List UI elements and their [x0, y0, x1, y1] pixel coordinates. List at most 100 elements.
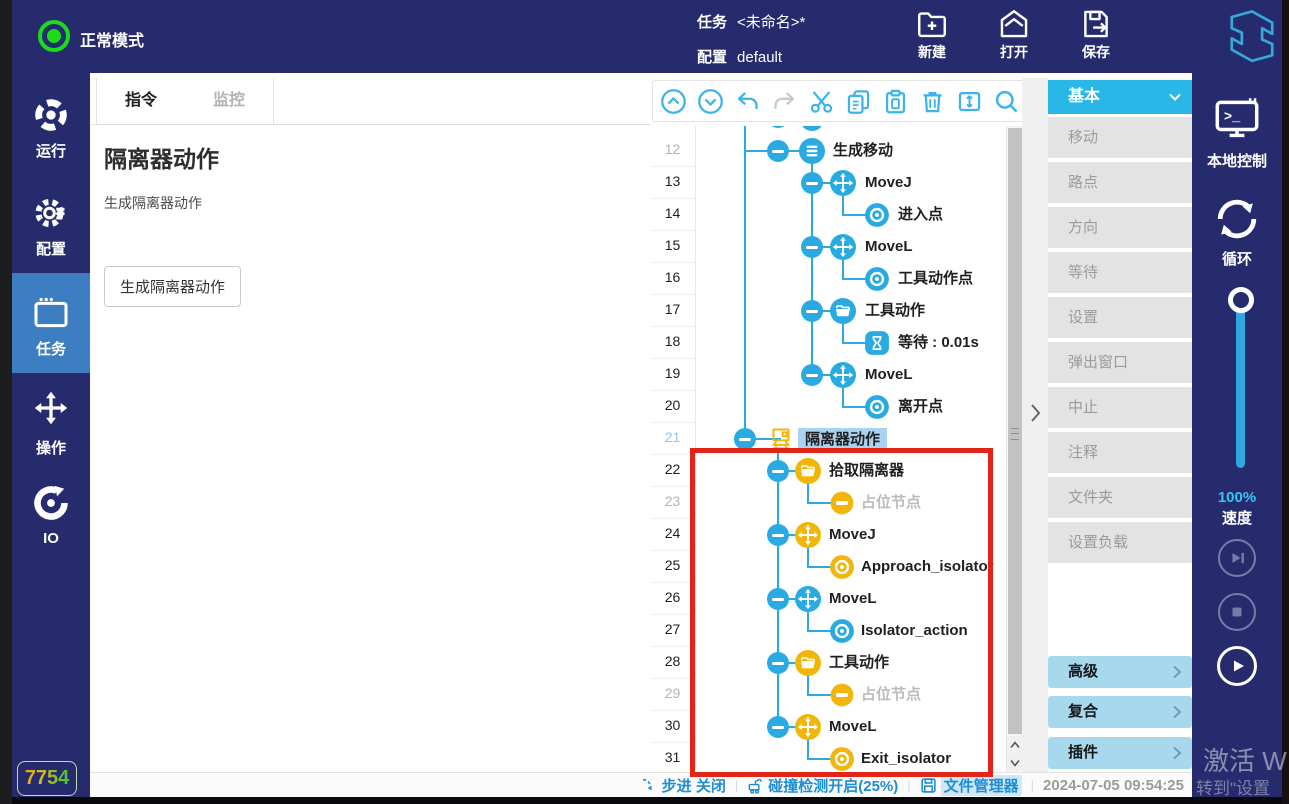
speed-slider-handle[interactable] — [1228, 287, 1254, 313]
menu-node-icon[interactable] — [799, 138, 825, 164]
cut-icon[interactable] — [808, 88, 835, 115]
tree-scrollbar[interactable] — [1006, 126, 1022, 772]
collapse-up-icon[interactable] — [660, 88, 687, 115]
scroll-up-button[interactable] — [1007, 736, 1023, 753]
tree-node-label[interactable]: 离开点 — [898, 396, 943, 418]
move-node-icon[interactable] — [795, 714, 821, 740]
cmd-item-3[interactable]: 方向 — [1048, 207, 1192, 248]
move-node-icon[interactable] — [830, 362, 856, 388]
speed-slider-track[interactable] — [1236, 300, 1245, 468]
gear-icon[interactable] — [33, 195, 69, 231]
cmd-item-5[interactable]: 设置 — [1048, 297, 1192, 338]
tree-node-label[interactable]: Isolator_action — [861, 620, 968, 642]
tree-node-label[interactable]: MoveL — [829, 588, 877, 610]
move-node-icon[interactable] — [830, 170, 856, 196]
tab-instruction[interactable]: 指令 — [96, 78, 186, 124]
tree-node-label[interactable]: 拾取隔离器 — [829, 460, 904, 482]
save-button[interactable]: 保存 — [1066, 7, 1126, 62]
cmd-item-8[interactable]: 注释 — [1048, 432, 1192, 473]
paste-icon[interactable] — [882, 88, 909, 115]
tree-node-label[interactable]: 进入点 — [898, 204, 943, 226]
tree-node-label[interactable]: 工具动作点 — [898, 268, 973, 290]
copy-icon[interactable] — [845, 88, 872, 115]
sidebar-item-config[interactable]: 配置 — [12, 238, 90, 259]
tree-node-label[interactable]: 隔离器动作 — [798, 428, 887, 452]
sidebar-item-task[interactable]: 任务 — [12, 338, 90, 359]
collapse-toggle-icon[interactable] — [801, 172, 823, 194]
redo-icon[interactable] — [771, 88, 798, 115]
generate-isolator-action-button[interactable]: 生成隔离器动作 — [104, 266, 241, 307]
code-window-icon[interactable] — [33, 295, 69, 331]
collapse-toggle-icon[interactable] — [767, 716, 789, 738]
tree-node-label[interactable]: MoveJ — [829, 524, 876, 546]
cmd-item-10[interactable]: 设置负载 — [1048, 522, 1192, 563]
move-node-icon[interactable] — [795, 586, 821, 612]
cmd-group-1[interactable]: 高级 — [1048, 656, 1192, 688]
collapse-down-icon[interactable] — [697, 88, 724, 115]
step-mode-status[interactable]: 步进 关闭 — [641, 775, 726, 796]
tree-node-label[interactable]: 工具动作 — [865, 300, 925, 322]
tree-node-label[interactable]: 占位节点 — [861, 492, 921, 514]
move-arrows-icon[interactable] — [33, 390, 69, 426]
sidebar-item-io[interactable]: IO — [12, 530, 90, 547]
expand-panel-icon[interactable] — [1027, 402, 1043, 424]
collapse-toggle-icon[interactable] — [767, 460, 789, 482]
placeholder-node-icon[interactable] — [829, 682, 855, 708]
waypoint-node-icon[interactable] — [864, 394, 890, 420]
waypoint-node-icon[interactable] — [829, 746, 855, 772]
sidebar-item-run[interactable]: 运行 — [12, 140, 90, 161]
placeholder-node-icon[interactable] — [829, 490, 855, 516]
move-node-icon[interactable] — [830, 234, 856, 260]
cmd-item-7[interactable]: 中止 — [1048, 387, 1192, 428]
cmd-item-6[interactable]: 弹出窗口 — [1048, 342, 1192, 383]
delete-icon[interactable] — [919, 88, 946, 115]
collapse-toggle-icon[interactable] — [801, 300, 823, 322]
cmd-item-1[interactable]: 移动 — [1048, 117, 1192, 158]
collapse-toggle-icon[interactable] — [767, 588, 789, 610]
collapse-toggle-icon[interactable] — [767, 140, 789, 162]
cmd-category-basic[interactable]: 基本 — [1048, 80, 1192, 114]
collapse-toggle-icon[interactable] — [801, 364, 823, 386]
tree-node-label[interactable]: 生成移动 — [833, 140, 893, 162]
wait-node-icon[interactable] — [864, 330, 890, 356]
sidebar-item-operate[interactable]: 操作 — [12, 437, 90, 458]
waypoint-node-icon[interactable] — [864, 202, 890, 228]
open-button[interactable]: 打开 — [984, 7, 1044, 62]
tree-node-label[interactable]: 工具动作 — [829, 652, 889, 674]
scrollbar-thumb[interactable] — [1008, 128, 1022, 734]
waypoint-node-icon[interactable] — [864, 266, 890, 292]
collapse-toggle-icon[interactable] — [767, 524, 789, 546]
play-button[interactable] — [1217, 646, 1257, 686]
tree-node-label[interactable]: MoveL — [829, 716, 877, 738]
search-icon[interactable] — [993, 88, 1020, 115]
cmd-group-2[interactable]: 复合 — [1048, 696, 1192, 728]
file-manager-link[interactable]: 文件管理器 — [920, 775, 1022, 796]
waypoint-node-icon[interactable] — [829, 554, 855, 580]
tree-node-label[interactable]: MoveL — [865, 236, 913, 258]
move-node-icon[interactable] — [795, 522, 821, 548]
stop-button[interactable] — [1218, 593, 1256, 631]
step-forward-button[interactable] — [1218, 539, 1256, 577]
collapse-toggle-icon[interactable] — [801, 236, 823, 258]
cmd-item-9[interactable]: 文件夹 — [1048, 477, 1192, 518]
collision-status[interactable]: 碰撞检测开启(25%) — [747, 775, 898, 796]
scroll-down-button[interactable] — [1007, 754, 1023, 771]
collapse-toggle-icon[interactable] — [767, 652, 789, 674]
machine-node-icon[interactable] — [768, 426, 794, 452]
undo-icon[interactable] — [734, 88, 761, 115]
tree-node-label[interactable]: MoveJ — [865, 172, 912, 194]
fold-icon[interactable] — [956, 88, 983, 115]
tree-node-label[interactable]: Approach_isolator — [861, 556, 994, 578]
cmd-item-4[interactable]: 等待 — [1048, 252, 1192, 293]
new-button[interactable]: 新建 — [902, 7, 962, 62]
tree-node-label[interactable]: Exit_isolator — [861, 748, 951, 770]
folder-node-icon[interactable] — [795, 650, 821, 676]
collapse-toggle-icon[interactable] — [734, 428, 756, 450]
folder-node-icon[interactable] — [830, 298, 856, 324]
tree-node-label[interactable]: MoveL — [865, 364, 913, 386]
waypoint-node-icon[interactable] — [829, 618, 855, 644]
tree-node-label[interactable]: 占位节点 — [861, 684, 921, 706]
io-loop-icon[interactable] — [33, 485, 69, 521]
tab-monitor[interactable]: 监控 — [185, 78, 274, 124]
tree-node-label[interactable]: 等待 : 0.01s — [898, 332, 979, 354]
